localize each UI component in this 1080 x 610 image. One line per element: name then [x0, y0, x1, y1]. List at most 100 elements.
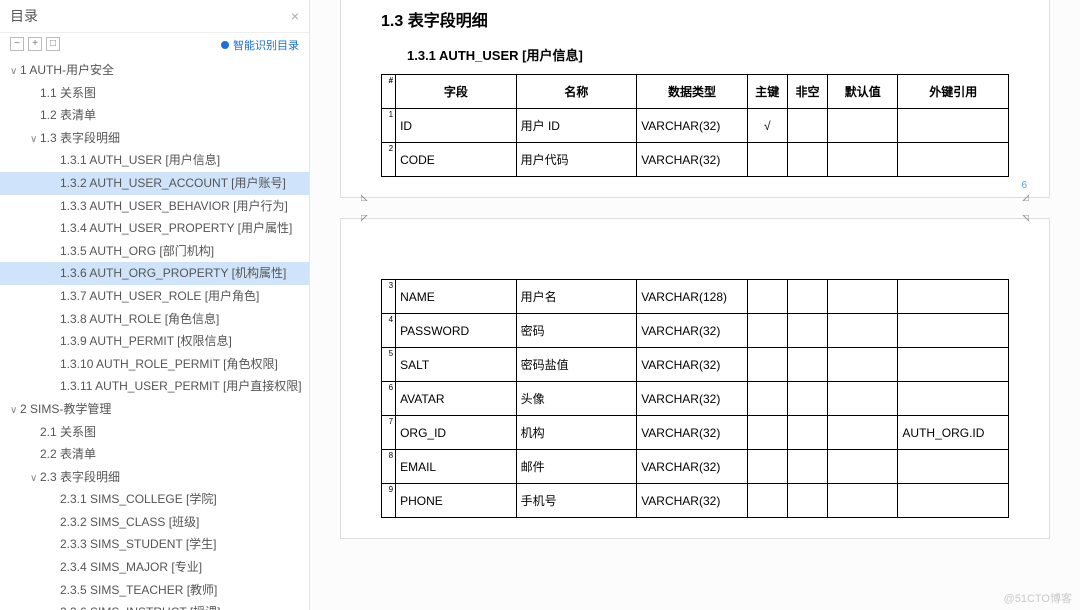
- col-header-name: 名称: [516, 75, 637, 109]
- table-row: 6AVATAR头像VARCHAR(32): [382, 382, 1009, 416]
- cell-type: VARCHAR(32): [637, 314, 748, 348]
- sidebar-header: 目录 ×: [0, 0, 309, 33]
- tree-leaf[interactable]: 1.3.9 AUTH_PERMIT [权限信息]: [0, 330, 309, 353]
- cell-pk: [747, 484, 787, 518]
- tree-leaf[interactable]: 1.3.2 AUTH_USER_ACCOUNT [用户账号]: [0, 172, 309, 195]
- tree-leaf[interactable]: 1.3.7 AUTH_USER_ROLE [用户角色]: [0, 285, 309, 308]
- tree-leaf[interactable]: 2.3.1 SIMS_COLLEGE [学院]: [0, 488, 309, 511]
- cell-field: CODE: [396, 143, 517, 177]
- cell-idx: 4: [382, 314, 396, 348]
- tree-item-label: 1.3.1 AUTH_USER [用户信息]: [60, 153, 220, 167]
- tree-branch[interactable]: ∨1 AUTH-用户安全: [0, 59, 309, 82]
- tree-item-label: 1.3.3 AUTH_USER_BEHAVIOR [用户行为]: [60, 199, 288, 213]
- tree-item-label: 1 AUTH-用户安全: [20, 63, 114, 77]
- tree-item-label: 2.3.4 SIMS_MAJOR [专业]: [60, 560, 202, 574]
- cell-def: [828, 416, 898, 450]
- tree-leaf[interactable]: 2.3.2 SIMS_CLASS [班级]: [0, 511, 309, 534]
- cell-nn: [787, 314, 827, 348]
- table-row: 4PASSWORD密码VARCHAR(32): [382, 314, 1009, 348]
- tree-item-label: 1.3.11 AUTH_USER_PERMIT [用户直接权限]: [60, 379, 302, 393]
- cell-def: [828, 109, 898, 143]
- cell-name: 密码: [516, 314, 637, 348]
- chevron-down-icon[interactable]: ∨: [10, 64, 20, 80]
- cell-fk: [898, 109, 1009, 143]
- tree-leaf[interactable]: 1.3.6 AUTH_ORG_PROPERTY [机构属性]: [0, 262, 309, 285]
- tree-item-label: 1.3.8 AUTH_ROLE [角色信息]: [60, 312, 219, 326]
- cell-def: [828, 348, 898, 382]
- page-corner-icon: [1017, 215, 1029, 227]
- expand-all-icon[interactable]: +: [28, 37, 42, 51]
- tree-leaf[interactable]: 1.2 表清单: [0, 104, 309, 127]
- tree-leaf[interactable]: 1.3.3 AUTH_USER_BEHAVIOR [用户行为]: [0, 195, 309, 218]
- cell-field: SALT: [396, 348, 517, 382]
- tree-branch[interactable]: ∨1.3 表字段明细: [0, 127, 309, 150]
- chevron-down-icon[interactable]: ∨: [30, 132, 40, 148]
- tree-leaf[interactable]: 1.3.8 AUTH_ROLE [角色信息]: [0, 308, 309, 331]
- cell-fk: [898, 484, 1009, 518]
- cell-idx: 8: [382, 450, 396, 484]
- cell-pk: [747, 143, 787, 177]
- heading-1-3-1: 1.3.1 AUTH_USER [用户信息]: [407, 45, 1009, 64]
- tree-leaf[interactable]: 2.3.6 SIMS_INSTRUCT [授课]: [0, 601, 309, 610]
- tree-branch[interactable]: ∨2 SIMS-教学管理: [0, 398, 309, 421]
- table-row: 5SALT密码盐值VARCHAR(32): [382, 348, 1009, 382]
- tree-leaf[interactable]: 2.3.3 SIMS_STUDENT [学生]: [0, 533, 309, 556]
- tree-leaf[interactable]: 1.3.10 AUTH_ROLE_PERMIT [角色权限]: [0, 353, 309, 376]
- tree-leaf[interactable]: 1.3.5 AUTH_ORG [部门机构]: [0, 240, 309, 263]
- tree-item-label: 2.3.1 SIMS_COLLEGE [学院]: [60, 492, 217, 506]
- tree-leaf[interactable]: 1.3.4 AUTH_USER_PROPERTY [用户属性]: [0, 217, 309, 240]
- document-page: 3NAME用户名VARCHAR(128)4PASSWORD密码VARCHAR(3…: [340, 218, 1050, 539]
- col-header-nn: 非空: [787, 75, 827, 109]
- cell-def: [828, 450, 898, 484]
- cell-fk: [898, 143, 1009, 177]
- cell-type: VARCHAR(32): [637, 348, 748, 382]
- cell-name: 手机号: [516, 484, 637, 518]
- cell-idx: 1: [382, 109, 396, 143]
- cell-fk: AUTH_ORG.ID: [898, 416, 1009, 450]
- cell-name: 用户代码: [516, 143, 637, 177]
- cell-def: [828, 382, 898, 416]
- heading-1-3: 1.3 表字段明细: [381, 7, 1009, 31]
- cell-nn: [787, 416, 827, 450]
- col-header-def: 默认值: [828, 75, 898, 109]
- cell-nn: [787, 348, 827, 382]
- tree-branch[interactable]: ∨2.3 表字段明细: [0, 466, 309, 489]
- cell-nn: [787, 143, 827, 177]
- tree-leaf[interactable]: 2.3.5 SIMS_TEACHER [教师]: [0, 579, 309, 602]
- outline-tree[interactable]: ∨1 AUTH-用户安全1.1 关系图1.2 表清单∨1.3 表字段明细1.3.…: [0, 57, 309, 610]
- sidebar-title: 目录: [10, 6, 38, 26]
- smart-recognize-link[interactable]: 智能识别目录: [221, 37, 299, 53]
- cell-field: AVATAR: [396, 382, 517, 416]
- cell-type: VARCHAR(128): [637, 280, 748, 314]
- tree-leaf[interactable]: 1.1 关系图: [0, 82, 309, 105]
- cell-pk: [747, 416, 787, 450]
- table-row: 8EMAIL邮件VARCHAR(32): [382, 450, 1009, 484]
- collapse-all-icon[interactable]: −: [10, 37, 24, 51]
- cell-fk: [898, 348, 1009, 382]
- cell-fk: [898, 382, 1009, 416]
- field-table-continued: 3NAME用户名VARCHAR(128)4PASSWORD密码VARCHAR(3…: [381, 279, 1009, 518]
- chevron-down-icon[interactable]: ∨: [30, 471, 40, 487]
- cell-type: VARCHAR(32): [637, 382, 748, 416]
- close-icon[interactable]: ×: [291, 8, 299, 24]
- col-header-fk: 外键引用: [898, 75, 1009, 109]
- toggle-view-icon[interactable]: □: [46, 37, 60, 51]
- tree-leaf[interactable]: 2.3.4 SIMS_MAJOR [专业]: [0, 556, 309, 579]
- table-row: 1ID用户 IDVARCHAR(32)√: [382, 109, 1009, 143]
- page-corner-icon: [361, 189, 373, 201]
- cell-fk: [898, 450, 1009, 484]
- cell-field: EMAIL: [396, 450, 517, 484]
- cell-pk: √: [747, 109, 787, 143]
- table-row: 9PHONE手机号VARCHAR(32): [382, 484, 1009, 518]
- tree-leaf[interactable]: 1.3.1 AUTH_USER [用户信息]: [0, 149, 309, 172]
- tree-item-label: 2.3.3 SIMS_STUDENT [学生]: [60, 537, 217, 551]
- cell-nn: [787, 280, 827, 314]
- tree-leaf[interactable]: 2.1 关系图: [0, 421, 309, 444]
- tree-item-label: 1.3.7 AUTH_USER_ROLE [用户角色]: [60, 289, 259, 303]
- tree-item-label: 1.1 关系图: [40, 86, 96, 100]
- tree-leaf[interactable]: 1.3.11 AUTH_USER_PERMIT [用户直接权限]: [0, 375, 309, 398]
- tree-item-label: 2.3.6 SIMS_INSTRUCT [授课]: [60, 605, 220, 610]
- cell-name: 密码盐值: [516, 348, 637, 382]
- tree-leaf[interactable]: 2.2 表清单: [0, 443, 309, 466]
- chevron-down-icon[interactable]: ∨: [10, 403, 20, 419]
